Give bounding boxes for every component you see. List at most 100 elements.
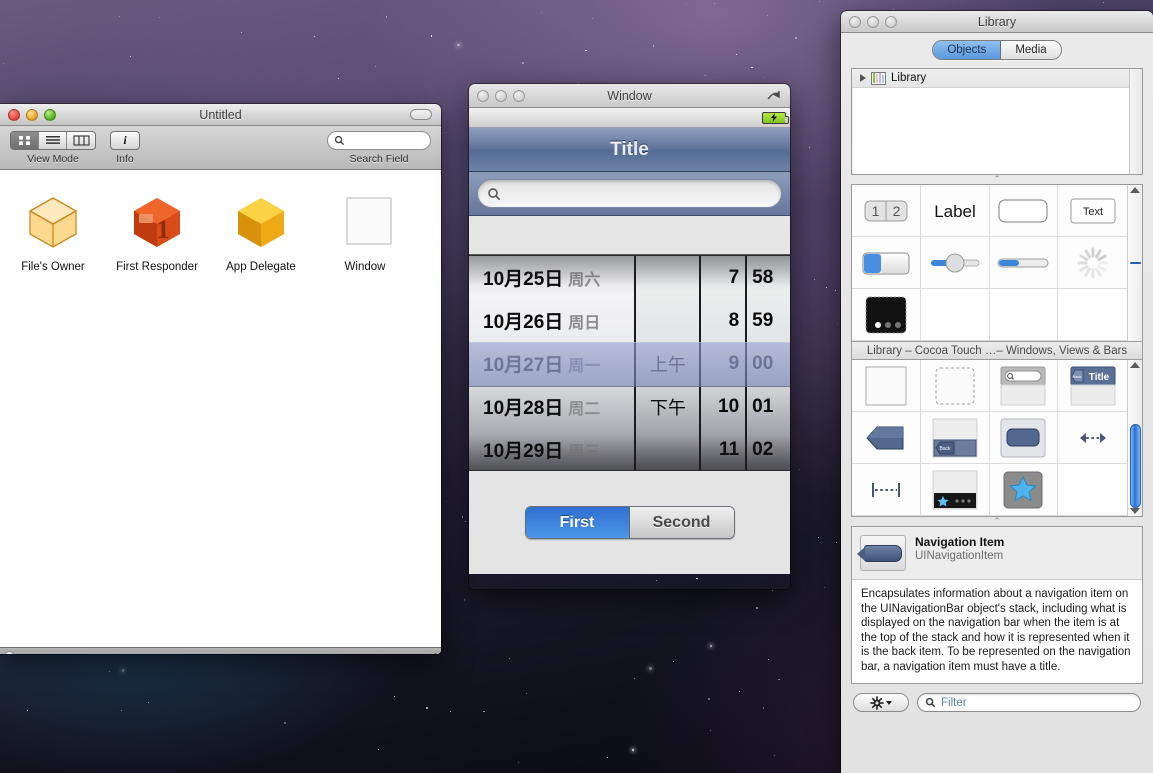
zoom-button[interactable] <box>44 108 56 121</box>
tab-media[interactable]: Media <box>1001 41 1061 59</box>
library-cell-navigation-bar[interactable]: Back Title <box>1058 360 1127 412</box>
library-cell-fixed-space[interactable] <box>852 464 921 516</box>
document-window[interactable]: Untitled View Mode i Info Search Field F… <box>0 104 441 654</box>
scroll-up-arrow-icon[interactable] <box>1130 362 1140 368</box>
picker-column-ampm[interactable]: 上午 下午 <box>636 256 700 470</box>
object-files-owner[interactable]: File's Owner <box>10 192 96 273</box>
picker-column-hour[interactable]: 7 8 9 10 11 <box>701 256 746 470</box>
picker-row[interactable]: 10月26日 周日 <box>469 299 634 342</box>
splitter-handle-top[interactable]: ⌃ <box>841 175 1153 184</box>
scroll-up-arrow-icon[interactable] <box>1130 187 1140 193</box>
picker-row[interactable] <box>636 299 699 342</box>
date-picker[interactable]: 10月25日 周六 10月26日 周日 10月27日 周一 10月28日 周二 10月29日 周三… <box>469 255 790 471</box>
library-cell-text-view[interactable]: Text <box>1058 185 1127 237</box>
document-toolbar[interactable]: View Mode i Info Search Field <box>0 126 441 170</box>
picker-row[interactable]: 9 <box>701 342 745 385</box>
picker-row[interactable]: 01 <box>747 385 790 428</box>
object-window[interactable]: Window <box>322 192 408 273</box>
resize-grip-icon[interactable] <box>424 650 437 654</box>
outline-scrollbar[interactable] <box>1129 69 1142 174</box>
library-grid-top[interactable]: 1 2 Label Text <box>851 184 1143 342</box>
library-outline-view[interactable]: Library <box>851 68 1143 175</box>
disclosure-triangle-icon[interactable] <box>860 74 866 82</box>
library-cell-slider[interactable] <box>920 237 990 289</box>
library-cell-progress-view[interactable] <box>989 237 1059 289</box>
segment-first[interactable]: First <box>525 507 630 538</box>
picker-row[interactable]: 10月25日 周六 <box>469 256 634 299</box>
action-gear-button[interactable] <box>853 693 909 712</box>
picker-row[interactable]: 59 <box>747 299 790 342</box>
picker-row[interactable]: 8 <box>701 299 745 342</box>
scroll-down-arrow-icon[interactable] <box>1130 508 1140 514</box>
picker-row[interactable]: 上午 <box>636 342 699 385</box>
picker-column-date[interactable]: 10月25日 周六 10月26日 周日 10月27日 周一 10月28日 周二 10月29日 周三 <box>469 256 635 470</box>
search-bar-input[interactable] <box>477 179 782 208</box>
library-cell-label[interactable]: Label <box>920 185 990 237</box>
library-cell-segmented-control[interactable]: 12 <box>852 185 921 237</box>
ui-window-controls[interactable] <box>469 89 525 102</box>
close-button[interactable] <box>477 89 489 102</box>
close-button[interactable] <box>8 108 20 121</box>
picker-row[interactable]: 00 <box>747 342 790 385</box>
zoom-button[interactable] <box>513 89 525 102</box>
picker-row[interactable]: 02 <box>747 428 790 470</box>
zoom-button[interactable] <box>885 15 897 28</box>
view-mode-group[interactable]: View Mode <box>10 131 96 165</box>
minimize-button[interactable] <box>867 15 879 28</box>
object-first-responder[interactable]: 1 First Responder <box>114 192 200 273</box>
library-cell-tab-bar-item[interactable] <box>989 464 1059 516</box>
toolbar-toggle-button[interactable] <box>410 109 432 120</box>
library-cell-tab-bar[interactable] <box>920 464 990 516</box>
info-group[interactable]: i Info <box>110 131 140 165</box>
library-cell-activity-indicator[interactable] <box>1058 237 1127 289</box>
picker-row[interactable]: 11 <box>701 428 745 470</box>
picker-row[interactable] <box>636 256 699 299</box>
view-mode-segmented[interactable] <box>10 131 96 150</box>
ui-preview-window[interactable]: Window Title 10月25日 周六 10月26日 周日 10月27日 周一 10月… <box>469 84 790 589</box>
library-tabs[interactable]: Objects Media <box>932 40 1062 60</box>
picker-row[interactable]: 7 <box>701 256 745 299</box>
picker-row[interactable]: 58 <box>747 256 790 299</box>
outline-tree[interactable]: Library <box>852 69 1129 174</box>
library-cell-view[interactable] <box>852 360 921 412</box>
library-window[interactable]: Library Objects Media Library ⌃ 1 2 Labe… <box>841 11 1153 773</box>
icon-view-icon[interactable] <box>11 132 39 149</box>
library-cell-text-field[interactable] <box>989 185 1059 237</box>
info-icon[interactable]: i <box>110 131 140 150</box>
window-controls[interactable] <box>0 108 56 121</box>
search-field-group[interactable]: Search Field <box>327 131 431 165</box>
list-view-icon[interactable] <box>39 132 67 149</box>
library-cell-search-bar[interactable] <box>989 360 1059 412</box>
library-cell-toolbar[interactable] <box>989 412 1059 464</box>
picker-column-minute[interactable]: 58 59 00 01 02 <box>747 256 790 470</box>
picker-row[interactable] <box>636 428 699 470</box>
library-cell-bar-button-item[interactable]: Back <box>920 412 990 464</box>
rotate-icon[interactable] <box>766 88 782 104</box>
picker-row[interactable]: 下午 <box>636 385 699 428</box>
library-window-controls[interactable] <box>841 15 897 28</box>
tab-objects[interactable]: Objects <box>933 41 1002 59</box>
segment-second[interactable]: Second <box>629 507 734 538</box>
library-cell-flexible-space[interactable] <box>1058 412 1127 464</box>
library-cell-switch[interactable] <box>852 237 921 289</box>
library-cell-scroll-view[interactable] <box>920 360 990 412</box>
minimize-button[interactable] <box>495 89 507 102</box>
status-dot-icon[interactable] <box>4 651 15 654</box>
outline-row-library[interactable]: Library <box>852 69 1129 88</box>
picker-row[interactable]: 10月27日 周一 <box>469 342 634 385</box>
document-titlebar[interactable]: Untitled <box>0 104 441 126</box>
close-button[interactable] <box>849 15 861 28</box>
grid-top-scrollbar[interactable] <box>1127 185 1142 341</box>
picker-row[interactable]: 10月29日 周三 <box>469 428 634 470</box>
object-app-delegate[interactable]: App Delegate <box>218 192 304 273</box>
column-view-icon[interactable] <box>67 132 95 149</box>
picker-row[interactable]: 10月28日 周二 <box>469 385 634 428</box>
ui-titlebar[interactable]: Window <box>469 84 790 108</box>
library-grid-bottom[interactable]: Back Title Back <box>851 359 1143 517</box>
minimize-button[interactable] <box>26 108 38 121</box>
library-cell-page-control[interactable] <box>852 289 921 341</box>
splitter-handle-bottom[interactable]: ⌃ <box>841 517 1153 526</box>
ios-navigation-bar[interactable]: Title <box>469 128 790 172</box>
picker-row[interactable]: 10 <box>701 385 745 428</box>
document-canvas[interactable]: File's Owner 1 First Responder App Deleg… <box>0 170 441 654</box>
